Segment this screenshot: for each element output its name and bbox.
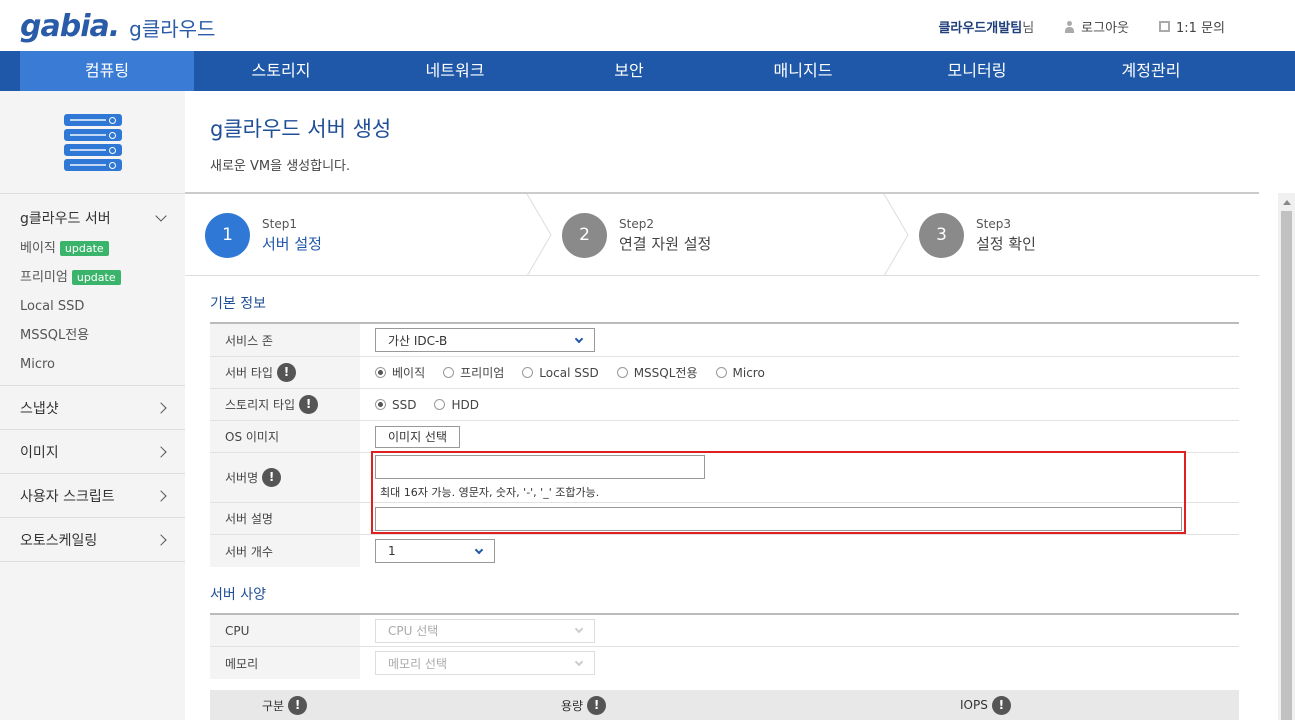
radio-local-ssd[interactable]: Local SSD (522, 364, 599, 381)
scroll-thumb[interactable] (1281, 211, 1292, 720)
chevron-down-icon (474, 545, 484, 554)
radio-premium[interactable]: 프리미엄 (443, 364, 504, 381)
sidebar-item-autoscaling[interactable]: 오토스케일링 (0, 518, 185, 561)
storage-type-radio-group: SSD HDD (375, 398, 479, 412)
col-capacity: 용량 (561, 698, 584, 713)
radio-micro[interactable]: Micro (715, 364, 765, 381)
scroll-up-icon[interactable] (1278, 193, 1295, 210)
chevron-right-icon (155, 401, 167, 414)
memory-label: 메모리 (210, 647, 360, 679)
server-count-select[interactable]: 1 (375, 539, 495, 563)
server-count-label: 서버 개수 (210, 535, 360, 567)
server-icon (64, 114, 122, 174)
update-badge: update (59, 241, 109, 256)
nav-managed[interactable]: 매니지드 (716, 51, 890, 91)
page-title: g클라우드 서버 생성 (210, 117, 392, 141)
sidebar-item-user-script[interactable]: 사용자 스크립트 (0, 474, 185, 517)
info-icon[interactable]: ! (262, 468, 282, 487)
info-icon[interactable]: ! (276, 363, 296, 382)
memo-icon (1159, 21, 1171, 32)
section-server-spec: 서버 사양 (210, 587, 266, 603)
radio-hdd[interactable]: HDD (434, 398, 479, 412)
server-desc-label: 서버 설명 (210, 503, 360, 534)
info-icon[interactable]: ! (299, 395, 319, 414)
top-header: gabia. g클라우드 클라우드개발팀님 로그아웃 1:1 문의 (0, 0, 1295, 51)
sidebar-item-image[interactable]: 이미지 (0, 430, 185, 473)
highlight-box (371, 451, 1186, 534)
radio-ssd[interactable]: SSD (375, 398, 416, 412)
nav-security[interactable]: 보안 (542, 51, 716, 91)
section-basic-info: 기본 정보 (210, 296, 266, 312)
os-image-label: OS 이미지 (210, 421, 360, 452)
sidebar-hero (0, 91, 185, 193)
inquiry-link[interactable]: 1:1 문의 (1159, 17, 1225, 36)
main-content: g클라우드 서버 생성 새로운 VM을 생성합니다. 1 Step1 서버 설정… (185, 91, 1295, 720)
col-iops: IOPS (960, 698, 988, 712)
sidebar-item-micro[interactable]: Micro (20, 350, 165, 379)
info-icon[interactable]: ! (288, 695, 308, 715)
step-arrow-icon (883, 194, 909, 276)
storage-type-label: 스토리지 타입 (225, 398, 296, 412)
nav-storage[interactable]: 스토리지 (194, 51, 368, 91)
sidebar-item-gcloud-server[interactable]: g클라우드 서버 (0, 194, 185, 234)
gabia-logo: gabia. (20, 9, 120, 44)
nav-monitoring[interactable]: 모니터링 (890, 51, 1064, 91)
memory-select[interactable]: 메모리 선택 (375, 651, 595, 675)
logout-link[interactable]: 로그아웃 (1064, 17, 1129, 36)
chevron-down-icon (574, 624, 584, 634)
chevron-down-icon (574, 657, 584, 666)
chevron-down-icon (574, 334, 584, 343)
image-select-button[interactable]: 이미지 선택 (375, 425, 461, 448)
user-icon (1064, 20, 1075, 33)
zone-label: 서비스 존 (210, 324, 360, 356)
cpu-select[interactable]: CPU 선택 (375, 618, 595, 643)
step-indicator: 1 Step1 서버 설정 2 Step2 연결 자원 설정 3 Step3 설… (185, 194, 1259, 276)
disk-table-header: 구분! 용량! IOPS! (210, 690, 1239, 720)
step-3: 3 Step3 설정 확인 (919, 194, 1036, 276)
col-type: 구분 (262, 698, 285, 713)
sidebar: g클라우드 서버 베이직 update 프리미엄 update Local SS… (0, 91, 185, 720)
cpu-label: CPU (210, 615, 360, 646)
sidebar-item-premium[interactable]: 프리미엄 update (20, 263, 165, 292)
vertical-scrollbar[interactable] (1278, 193, 1295, 720)
info-icon[interactable]: ! (587, 695, 607, 715)
server-spec-form: CPU CPU 선택 메모리 메모리 선택 (210, 613, 1239, 679)
radio-basic[interactable]: 베이직 (375, 364, 425, 381)
nav-account[interactable]: 계정관리 (1064, 51, 1238, 91)
chevron-right-icon (155, 445, 167, 458)
zone-select[interactable]: 가산 IDC-B (375, 328, 595, 352)
step-2: 2 Step2 연결 자원 설정 (562, 194, 711, 276)
main-nav: 컴퓨팅 스토리지 네트워크 보안 매니지드 모니터링 계정관리 (0, 51, 1295, 91)
radio-mssql[interactable]: MSSQL전용 (616, 364, 698, 381)
chevron-down-icon (155, 210, 167, 222)
sidebar-item-basic[interactable]: 베이직 update (20, 234, 165, 263)
team-name: 클라우드개발팀님 (938, 21, 1035, 36)
nav-network[interactable]: 네트워크 (368, 51, 542, 91)
sidebar-item-snapshot[interactable]: 스냅샷 (0, 386, 185, 429)
info-icon[interactable]: ! (991, 695, 1011, 715)
product-name: g클라우드 (129, 17, 216, 41)
step-1: 1 Step1 서버 설정 (205, 194, 322, 276)
nav-computing[interactable]: 컴퓨팅 (20, 51, 194, 91)
server-name-label: 서버명 (225, 471, 259, 485)
sidebar-item-local-ssd[interactable]: Local SSD (20, 292, 165, 321)
logo[interactable]: gabia. g클라우드 (20, 9, 215, 44)
step-arrow-icon (526, 194, 552, 276)
chevron-right-icon (155, 533, 167, 546)
server-type-label: 서버 타입 (225, 366, 273, 380)
page-description: 새로운 VM을 생성합니다. (210, 159, 351, 174)
update-badge: update (71, 270, 121, 285)
chevron-right-icon (155, 489, 167, 502)
server-type-radio-group: 베이직 프리미엄 Local SSD MSSQL전용 Micro (375, 364, 765, 381)
sidebar-item-mssql[interactable]: MSSQL전용 (20, 321, 165, 350)
